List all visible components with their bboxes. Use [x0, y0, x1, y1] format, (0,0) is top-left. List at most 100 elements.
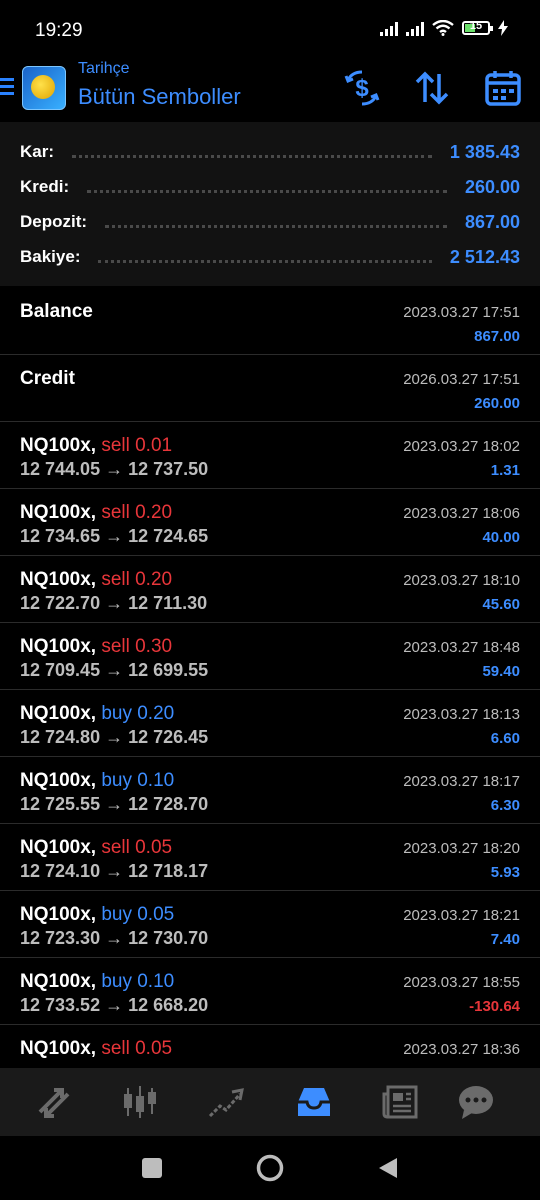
- deal-symbol: NQ100x,: [20, 837, 97, 858]
- summary-value: 260.00: [464, 176, 520, 197]
- deal-time: 2023.03.27 18:17: [403, 773, 520, 790]
- dot-leader: [87, 189, 447, 193]
- tab-chat[interactable]: [456, 1082, 496, 1122]
- deal-title: NQ100x, sell 0.20: [20, 569, 172, 591]
- header-subtitle: Tarihçe: [78, 60, 130, 77]
- signal-icon: [380, 20, 398, 36]
- deal-title: NQ100x, sell 0.05: [20, 837, 172, 859]
- deal-time: 2023.03.27 18:10: [403, 572, 520, 589]
- tab-trade[interactable]: [206, 1082, 246, 1122]
- entry-title: Balance: [20, 301, 93, 322]
- tab-quotes[interactable]: [34, 1082, 74, 1122]
- deal-time: 2023.03.27 18:21: [403, 907, 520, 924]
- trade-icon: [208, 1088, 244, 1118]
- deal-prices: 12 725.55 → 12 728.70: [20, 794, 209, 814]
- deal-row[interactable]: NQ100x, sell 0.05 12 724.10 → 12 718.17 …: [0, 824, 540, 891]
- chat-icon: [459, 1086, 493, 1119]
- entry-time: 2026.03.27 17:51: [403, 371, 520, 388]
- summary-value: 867.00: [464, 211, 520, 232]
- deal-direction: buy 0.10: [101, 971, 175, 992]
- deal-profit: 1.31: [490, 462, 520, 479]
- app-header: Tarihçe Bütün Semboller $: [0, 58, 540, 122]
- calendar-icon: [485, 71, 521, 106]
- deal-prices: 12 744.05 → 12 737.50: [20, 459, 209, 479]
- menu-icon[interactable]: [0, 78, 14, 96]
- app-logo: [22, 66, 66, 110]
- deal-symbol: NQ100x,: [20, 770, 97, 791]
- deal-symbol: NQ100x,: [20, 703, 97, 724]
- deal-profit: 5.93: [490, 864, 520, 881]
- deal-profit: 59.40: [482, 663, 520, 680]
- deal-symbol: NQ100x,: [20, 971, 97, 992]
- dot-leader: [105, 224, 447, 228]
- entry-amount: 260.00: [474, 395, 520, 412]
- history-row-balance[interactable]: Balance 2023.03.27 17:51 867.00: [0, 288, 540, 355]
- deal-row[interactable]: NQ100x, buy 0.10 12 733.52 → 12 668.20 2…: [0, 958, 540, 1025]
- symbol-filter-title[interactable]: Bütün Semboller: [78, 84, 241, 110]
- account-summary: Kar: 1 385.43 Kredi: 260.00 Depozit: 867…: [0, 122, 540, 286]
- deal-symbol: NQ100x,: [20, 1038, 97, 1059]
- deal-symbol: NQ100x,: [20, 435, 97, 456]
- back-icon[interactable]: [376, 1156, 400, 1180]
- dollar-exchange-icon: $: [344, 70, 380, 106]
- history-row-credit[interactable]: Credit 2026.03.27 17:51 260.00: [0, 355, 540, 422]
- deal-title: NQ100x, sell 0.01: [20, 435, 172, 457]
- summary-label: Kar:: [20, 142, 55, 161]
- battery-icon: 15: [462, 20, 493, 35]
- deal-prices: 12 733.52 → 12 668.20: [20, 995, 209, 1015]
- entry-title: Credit: [20, 368, 75, 389]
- deal-prices: 12 724.80 → 12 726.45: [20, 727, 209, 747]
- entry-time: 2023.03.27 17:51: [403, 304, 520, 321]
- history-icon: [298, 1088, 330, 1116]
- sort-button[interactable]: [410, 66, 454, 110]
- dot-leader: [72, 154, 432, 158]
- tab-history[interactable]: [294, 1082, 334, 1122]
- summary-row-profit: Kar: 1 385.43: [20, 135, 520, 169]
- deal-row[interactable]: NQ100x, sell 0.01 12 744.05 → 12 737.50 …: [0, 422, 540, 489]
- deal-row[interactable]: NQ100x, sell 0.20 12 722.70 → 12 711.30 …: [0, 556, 540, 623]
- deal-time: 2023.03.27 18:20: [403, 840, 520, 857]
- svg-text:$: $: [355, 75, 369, 102]
- recents-icon[interactable]: [140, 1156, 164, 1180]
- summary-row-balance: Bakiye: 2 512.43: [20, 240, 520, 274]
- tab-news[interactable]: [380, 1082, 420, 1122]
- history-list[interactable]: Balance 2023.03.27 17:51 867.00 Credit 2…: [0, 286, 540, 1068]
- deal-title: NQ100x, sell 0.30: [20, 636, 172, 658]
- calendar-button[interactable]: [481, 66, 525, 110]
- deal-row[interactable]: NQ100x, buy 0.20 12 724.80 → 12 726.45 2…: [0, 690, 540, 757]
- status-icons: 15: [380, 20, 508, 36]
- news-icon: [382, 1085, 418, 1119]
- deal-time: 2023.03.27 18:48: [403, 639, 520, 656]
- status-time: 19:29: [35, 20, 83, 41]
- home-icon[interactable]: [255, 1153, 285, 1183]
- tab-chart[interactable]: [120, 1082, 160, 1122]
- deal-direction: sell 0.05: [101, 1038, 173, 1059]
- entry-amount: 867.00: [474, 328, 520, 345]
- deal-title: NQ100x, buy 0.10: [20, 971, 174, 993]
- deal-profit: 40.00: [482, 529, 520, 546]
- summary-value: 2 512.43: [449, 246, 520, 267]
- deposit-filter-button[interactable]: $: [340, 66, 384, 110]
- dot-leader: [98, 259, 432, 263]
- wifi-icon: [432, 20, 454, 36]
- deal-symbol: NQ100x,: [20, 502, 97, 523]
- deal-profit: 6.30: [490, 797, 520, 814]
- deal-title: NQ100x, sell 0.05: [20, 1038, 172, 1060]
- deal-row[interactable]: NQ100x, sell 0.20 12 734.65 → 12 724.65 …: [0, 489, 540, 556]
- deal-direction: sell 0.20: [101, 569, 173, 590]
- deal-direction: sell 0.05: [101, 837, 173, 858]
- deal-direction: buy 0.20: [101, 703, 175, 724]
- deal-row[interactable]: NQ100x, buy 0.10 12 725.55 → 12 728.70 2…: [0, 757, 540, 824]
- deal-profit: 6.60: [490, 730, 520, 747]
- deal-row[interactable]: NQ100x, sell 0.30 12 709.45 → 12 699.55 …: [0, 623, 540, 690]
- bottom-tab-bar: [0, 1068, 540, 1136]
- summary-label: Depozit:: [20, 212, 88, 231]
- deal-title: NQ100x, sell 0.20: [20, 502, 172, 524]
- deal-time: 2023.03.27 18:13: [403, 706, 520, 723]
- deal-time: 2023.03.27 18:02: [403, 438, 520, 455]
- deal-row[interactable]: NQ100x, sell 0.05 2023.03.27 18:36: [0, 1025, 540, 1068]
- summary-label: Bakiye:: [20, 247, 81, 266]
- deal-prices: 12 722.70 → 12 711.30: [20, 593, 208, 613]
- deal-row[interactable]: NQ100x, buy 0.05 12 723.30 → 12 730.70 2…: [0, 891, 540, 958]
- deal-time: 2023.03.27 18:06: [403, 505, 520, 522]
